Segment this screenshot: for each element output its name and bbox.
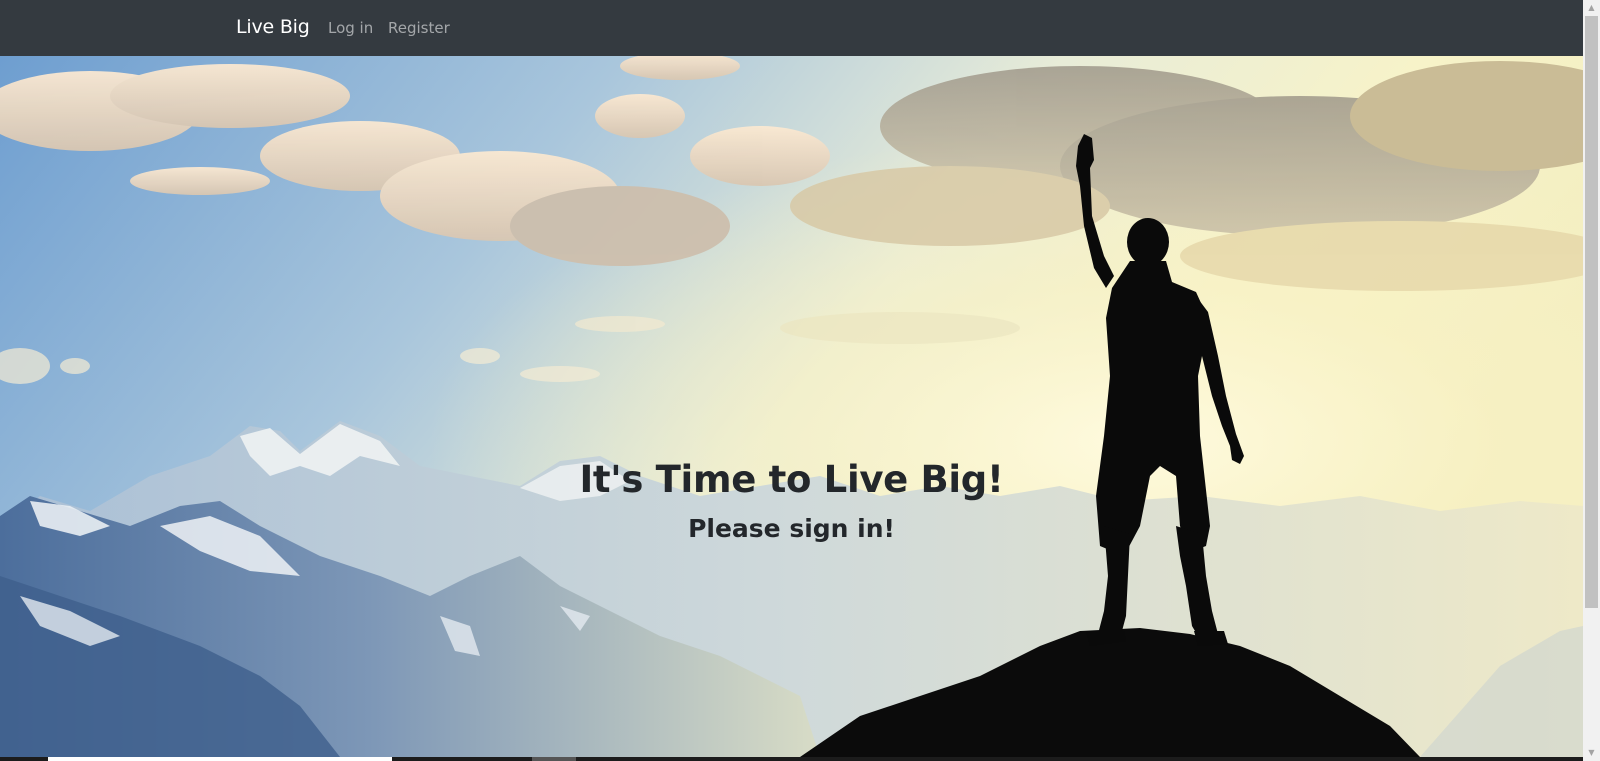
bottom-strip bbox=[0, 757, 1583, 761]
vertical-scrollbar[interactable]: ▲ ▼ bbox=[1583, 0, 1600, 761]
navbar: Live Big Log in Register bbox=[0, 0, 1583, 56]
page: Live Big Log in Register It's Time to Li… bbox=[0, 0, 1583, 761]
hero-background-image bbox=[0, 56, 1583, 757]
hero-banner: It's Time to Live Big! Please sign in! bbox=[0, 56, 1583, 757]
scroll-up-arrow-icon[interactable]: ▲ bbox=[1583, 0, 1600, 16]
scroll-thumb[interactable] bbox=[1585, 16, 1598, 608]
hero-title: It's Time to Live Big! bbox=[579, 458, 1004, 501]
nav-login-link[interactable]: Log in bbox=[328, 19, 373, 37]
hero-subtitle: Please sign in! bbox=[688, 514, 895, 543]
nav-register-link[interactable]: Register bbox=[388, 19, 450, 37]
brand-link[interactable]: Live Big bbox=[236, 16, 310, 38]
scroll-down-arrow-icon[interactable]: ▼ bbox=[1583, 745, 1600, 761]
